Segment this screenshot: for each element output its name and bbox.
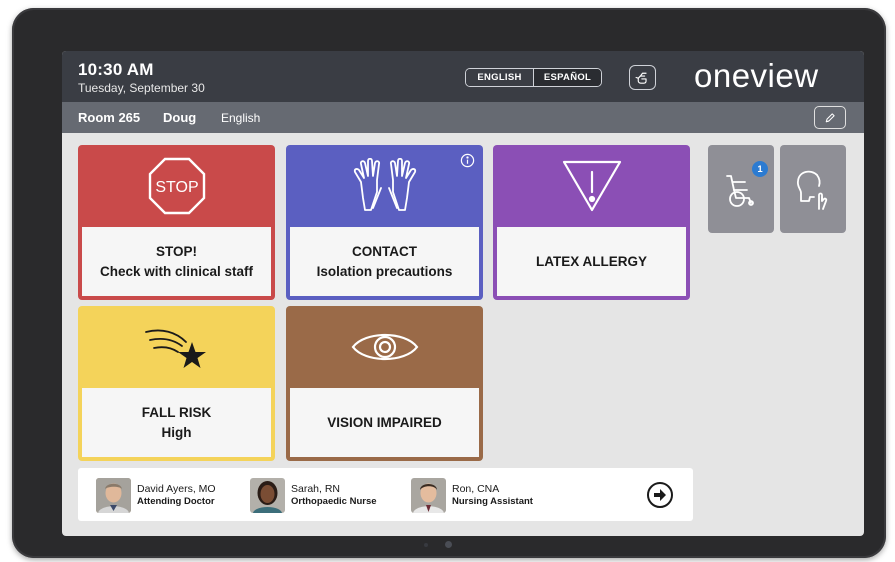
stop-sign-icon: STOP xyxy=(148,157,205,215)
avatar xyxy=(411,477,446,513)
care-team-member[interactable]: Ron, CNA Nursing Assistant xyxy=(411,477,533,513)
alert-card-latex-allergy[interactable]: LATEX ALLERGY xyxy=(493,145,690,300)
sensor-dot xyxy=(424,543,428,547)
alert-label-vision: VISION IMPAIRED xyxy=(290,388,479,457)
care-team-member[interactable]: Sarah, RN Orthopaedic Nurse xyxy=(250,477,377,513)
care-team-bar: David Ayers, MO Attending Doctor Sarah, … xyxy=(78,468,693,521)
camera xyxy=(445,541,452,548)
clock-date: Tuesday, September 30 xyxy=(78,81,205,95)
alert-subtitle: Isolation precautions xyxy=(316,263,453,279)
screen: 10:30 AM Tuesday, September 30 ENGLISH E… xyxy=(62,51,864,536)
room-number: Room 265 xyxy=(78,110,141,125)
patient-language: English xyxy=(221,111,261,125)
alert-label-contact: CONTACT Isolation precautions xyxy=(290,227,479,296)
care-team-member[interactable]: David Ayers, MO Attending Doctor xyxy=(96,477,216,513)
alert-label-latex: LATEX ALLERGY xyxy=(497,227,686,296)
oneview-logo: oneview xyxy=(694,57,819,94)
svg-text:STOP: STOP xyxy=(155,179,198,196)
alert-label-fall-risk: FALL RISK High xyxy=(82,388,271,457)
alert-title: LATEX ALLERGY xyxy=(536,253,647,269)
patient-name: Doug xyxy=(163,110,197,125)
clock-time: 10:30 AM xyxy=(78,60,154,79)
info-icon[interactable] xyxy=(460,153,475,168)
mobility-tile[interactable]: 1 xyxy=(708,145,774,233)
member-role: Orthopaedic Nurse xyxy=(291,495,377,507)
language-english-button[interactable]: ENGLISH xyxy=(466,69,533,86)
alert-card-vision-impaired[interactable]: VISION IMPAIRED xyxy=(286,306,483,461)
alert-subtitle: High xyxy=(161,424,192,440)
eye-icon xyxy=(351,334,418,360)
member-role: Attending Doctor xyxy=(137,495,215,507)
communication-tile[interactable] xyxy=(780,145,846,233)
arrow-right-circle-icon[interactable] xyxy=(646,481,674,509)
sign-language-icon xyxy=(796,170,828,210)
falling-star-icon xyxy=(144,329,206,368)
alert-card-contact[interactable]: CONTACT Isolation precautions xyxy=(286,145,483,300)
mobility-badge: 1 xyxy=(752,161,768,177)
hand-bell-icon xyxy=(635,72,647,84)
avatar xyxy=(250,477,285,513)
header-bar: 10:30 AM Tuesday, September 30 ENGLISH E… xyxy=(62,51,864,102)
gloves-icon xyxy=(353,158,416,211)
avatar xyxy=(96,477,131,513)
alert-subtitle: Check with clinical staff xyxy=(99,263,254,279)
language-toggle: ENGLISH ESPAÑOL xyxy=(465,68,602,87)
alert-title: FALL RISK xyxy=(141,404,212,420)
member-role: Nursing Assistant xyxy=(452,495,533,507)
member-name: Sarah, RN xyxy=(291,482,341,495)
alert-card-stop[interactable]: STOP STOP! Check with clinical staff xyxy=(78,145,275,300)
alert-title: VISION IMPAIRED xyxy=(327,414,442,430)
call-nurse-button[interactable] xyxy=(629,65,656,90)
alert-card-fall-risk[interactable]: FALL RISK High xyxy=(78,306,275,461)
alert-title: STOP! xyxy=(155,243,197,259)
alert-title: CONTACT xyxy=(352,243,417,259)
language-espanol-button[interactable]: ESPAÑOL xyxy=(533,69,601,86)
alert-label-stop: STOP! Check with clinical staff xyxy=(82,227,271,296)
pencil-icon xyxy=(825,112,835,122)
member-name: David Ayers, MO xyxy=(137,482,216,495)
edit-button[interactable] xyxy=(814,106,846,129)
warning-triangle-icon xyxy=(562,160,621,212)
patient-info-bar: Room 265 Doug English xyxy=(62,102,864,133)
wheelchair-icon xyxy=(726,175,754,207)
member-name: Ron, CNA xyxy=(452,482,500,495)
